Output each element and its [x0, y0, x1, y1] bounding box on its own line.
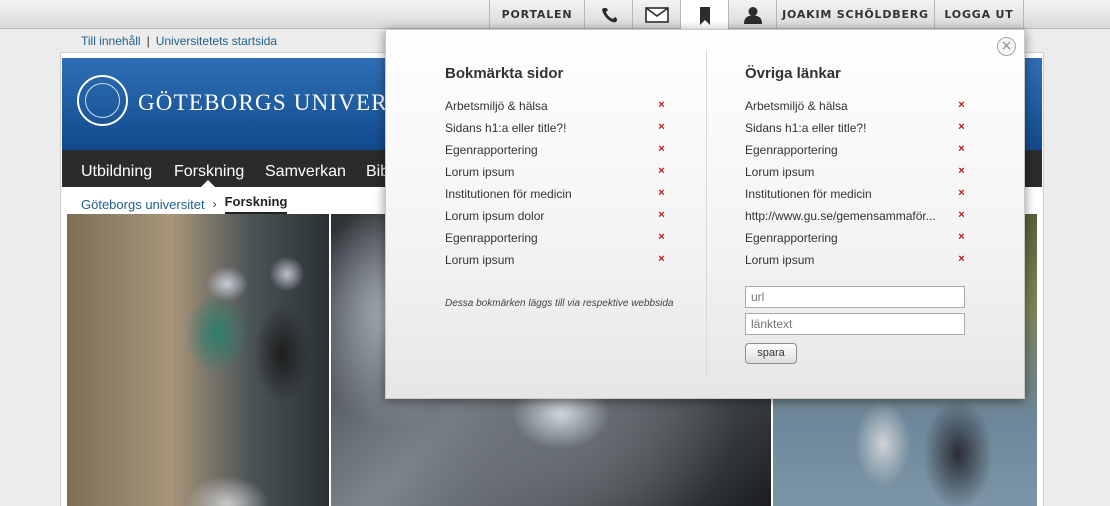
nav-item-samverkan[interactable]: Samverkan	[265, 163, 346, 181]
remove-icon[interactable]: ×	[656, 232, 667, 243]
portal-link[interactable]: PORTALEN	[489, 0, 584, 29]
bookmark-link[interactable]: Lorum ipsum dolor	[445, 206, 544, 226]
remove-icon[interactable]: ×	[656, 122, 667, 133]
breadcrumb: Göteborgs universitet › Forskning	[81, 194, 288, 214]
other-link[interactable]: Sidans h1:a eller title?!	[745, 118, 866, 138]
skip-to-content-link[interactable]: Till innehåll	[81, 34, 141, 48]
other-links-list: Arbetsmiljö & hälsa × Sidans h1:a eller t…	[745, 96, 975, 272]
list-item[interactable]: Lorum ipsum ×	[445, 162, 675, 184]
mail-button[interactable]	[632, 0, 680, 29]
remove-icon[interactable]: ×	[656, 210, 667, 221]
user-name-link[interactable]: JOAKIM SCHÖLDBERG	[776, 0, 934, 29]
column-divider	[706, 50, 707, 378]
user-icon	[743, 6, 762, 24]
photo-researchers	[67, 214, 329, 506]
remove-icon[interactable]: ×	[656, 166, 667, 177]
list-item[interactable]: Arbetsmiljö & hälsa ×	[445, 96, 675, 118]
other-link[interactable]: Institutionen för medicin	[745, 184, 872, 204]
remove-icon[interactable]: ×	[956, 122, 967, 133]
list-item[interactable]: Lorum ipsum dolor ×	[445, 206, 675, 228]
breadcrumb-current: Forskning	[224, 194, 288, 214]
active-nav-indicator	[201, 180, 215, 187]
bookmark-link[interactable]: Arbetsmiljö & hälsa	[445, 96, 548, 116]
nav-item-forskning[interactable]: Forskning	[174, 163, 244, 181]
other-link[interactable]: Arbetsmiljö & hälsa	[745, 96, 848, 116]
other-link[interactable]: http://www.gu.se/gemensammaför...	[745, 206, 936, 226]
list-item[interactable]: Sidans h1:a eller title?! ×	[745, 118, 975, 140]
user-button[interactable]	[728, 0, 776, 29]
list-item[interactable]: Institutionen för medicin ×	[445, 184, 675, 206]
remove-icon[interactable]: ×	[656, 144, 667, 155]
nav-item-utbildning[interactable]: Utbildning	[81, 163, 152, 181]
remove-icon[interactable]: ×	[956, 100, 967, 111]
logo-seal-icon	[85, 83, 120, 118]
other-link[interactable]: Egenrapportering	[745, 228, 838, 248]
bookmarks-popup: × Bokmärkta sidor Arbetsmiljö & hälsa × S…	[385, 29, 1025, 399]
list-item[interactable]: http://www.gu.se/gemensammaför... ×	[745, 206, 975, 228]
breadcrumb-separator: ›	[212, 197, 217, 211]
breadcrumb-root-link[interactable]: Göteborgs universitet	[81, 197, 205, 212]
phone-button[interactable]	[584, 0, 632, 29]
link-text-input[interactable]	[745, 313, 965, 335]
list-item[interactable]: Egenrapportering ×	[445, 140, 675, 162]
list-item[interactable]: Arbetsmiljö & hälsa ×	[745, 96, 975, 118]
list-item[interactable]: Sidans h1:a eller title?! ×	[445, 118, 675, 140]
remove-icon[interactable]: ×	[956, 254, 967, 265]
bookmark-link[interactable]: Lorum ipsum	[445, 162, 514, 182]
list-item[interactable]: Egenrapportering ×	[445, 228, 675, 250]
list-item[interactable]: Lorum ipsum ×	[745, 250, 975, 272]
bookmark-button[interactable]	[680, 0, 728, 31]
bookmark-link[interactable]: Egenrapportering	[445, 228, 538, 248]
remove-icon[interactable]: ×	[656, 188, 667, 199]
remove-icon[interactable]: ×	[956, 166, 967, 177]
top-toolbar: PORTALEN JOAKIM SCHÖLDBERG LOGGA UT	[0, 0, 1110, 31]
bookmarked-pages-list: Arbetsmiljö & hälsa × Sidans h1:a eller t…	[445, 96, 675, 272]
url-input[interactable]	[745, 286, 965, 308]
list-item[interactable]: Institutionen för medicin ×	[745, 184, 975, 206]
skip-links: Till innehåll | Universitetets startsida	[81, 34, 277, 48]
close-popup-button[interactable]: ×	[997, 37, 1016, 56]
logout-link[interactable]: LOGGA UT	[934, 0, 1024, 29]
university-start-link[interactable]: Universitetets startsida	[156, 34, 277, 48]
remove-icon[interactable]: ×	[656, 100, 667, 111]
other-link[interactable]: Egenrapportering	[745, 140, 838, 160]
list-item[interactable]: Egenrapportering ×	[745, 228, 975, 250]
remove-icon[interactable]: ×	[656, 254, 667, 265]
bookmark-link[interactable]: Institutionen för medicin	[445, 184, 572, 204]
toolbar-group: PORTALEN JOAKIM SCHÖLDBERG LOGGA UT	[489, 0, 1024, 31]
bookmark-link[interactable]: Egenrapportering	[445, 140, 538, 160]
university-logo[interactable]	[77, 75, 128, 126]
bookmark-icon	[699, 6, 710, 25]
remove-icon[interactable]: ×	[956, 144, 967, 155]
save-button[interactable]: spara	[745, 343, 797, 364]
other-link[interactable]: Lorum ipsum	[745, 162, 814, 182]
phone-icon	[601, 7, 617, 22]
other-link[interactable]: Lorum ipsum	[745, 250, 814, 270]
other-links-title: Övriga länkar	[745, 65, 841, 82]
bookmarked-pages-title: Bokmärkta sidor	[445, 65, 564, 82]
close-icon: ×	[1000, 38, 1013, 54]
remove-icon[interactable]: ×	[956, 232, 967, 243]
remove-icon[interactable]: ×	[956, 188, 967, 199]
mail-icon	[644, 6, 669, 23]
bookmarks-note: Dessa bokmärken läggs till via respektiv…	[445, 298, 674, 309]
remove-icon[interactable]: ×	[956, 210, 967, 221]
bookmark-link[interactable]: Sidans h1:a eller title?!	[445, 118, 566, 138]
list-item[interactable]: Lorum ipsum ×	[745, 162, 975, 184]
skip-separator: |	[146, 34, 150, 48]
list-item[interactable]: Lorum ipsum ×	[445, 250, 675, 272]
bookmark-link[interactable]: Lorum ipsum	[445, 250, 514, 270]
list-item[interactable]: Egenrapportering ×	[745, 140, 975, 162]
